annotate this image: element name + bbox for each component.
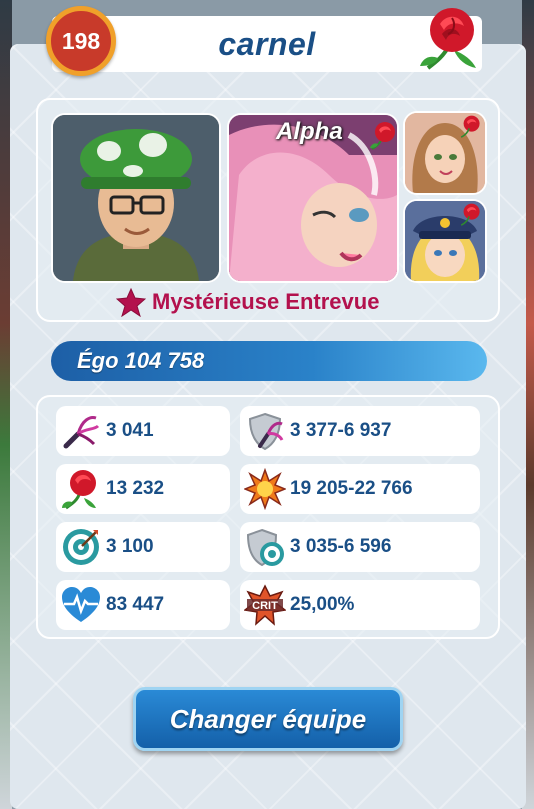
level-badge: 198 [46,6,116,76]
stat-value: 25,00% [290,594,355,615]
ego-bar: Égo 104 758 [51,341,487,381]
stat-value: 3 041 [106,420,154,441]
heart-icon [62,587,100,622]
crit-icon: CRIT [244,584,286,626]
class-line: Mystérieuse Entrevue [116,287,379,317]
hero-portrait[interactable] [53,115,219,281]
ego-value: Égo 104 758 [77,348,205,373]
target-icon [63,529,99,565]
rose-icon [370,122,395,150]
rose-icon [460,115,480,138]
stat-value: 19 205-22 766 [290,478,413,499]
explosion-icon [244,468,286,510]
level-value: 198 [61,27,101,54]
stat-value: 83 447 [106,594,165,615]
stat-attack: 3 041 [56,406,230,456]
player-name: carnel [218,25,316,62]
change-team-button[interactable]: Changer équipe [133,687,403,751]
rose-icon [420,8,476,70]
stat-damage: 19 205-22 766 [240,464,480,514]
stat-value: 3 035-6 596 [290,536,392,557]
stat-excitement: 13 232 [56,464,230,514]
shield-whip-icon [248,412,284,451]
stat-defense-attack: 3 377-6 937 [240,406,480,456]
whip-icon [63,416,100,449]
rose-icon [62,470,96,510]
stat-value: 3 100 [106,536,154,557]
hero-avatar-icon [53,115,219,281]
alpha-label: Alpha [276,118,343,145]
svg-text:CRIT: CRIT [252,600,278,612]
class-label: Mystérieuse Entrevue [152,289,380,314]
shield-target-icon [246,528,284,567]
stat-defense-harmony: 3 035-6 596 [240,522,480,572]
stat-endurance: 83 447 [56,580,230,630]
stat-harmony: 3 100 [56,522,230,572]
star-icon [116,287,146,317]
stat-critical: CRIT 25,00% [240,580,480,630]
rose-icon [460,203,480,226]
stat-value: 13 232 [106,478,165,499]
change-team-label: Changer équipe [169,703,367,734]
stat-value: 3 377-6 937 [290,420,392,441]
